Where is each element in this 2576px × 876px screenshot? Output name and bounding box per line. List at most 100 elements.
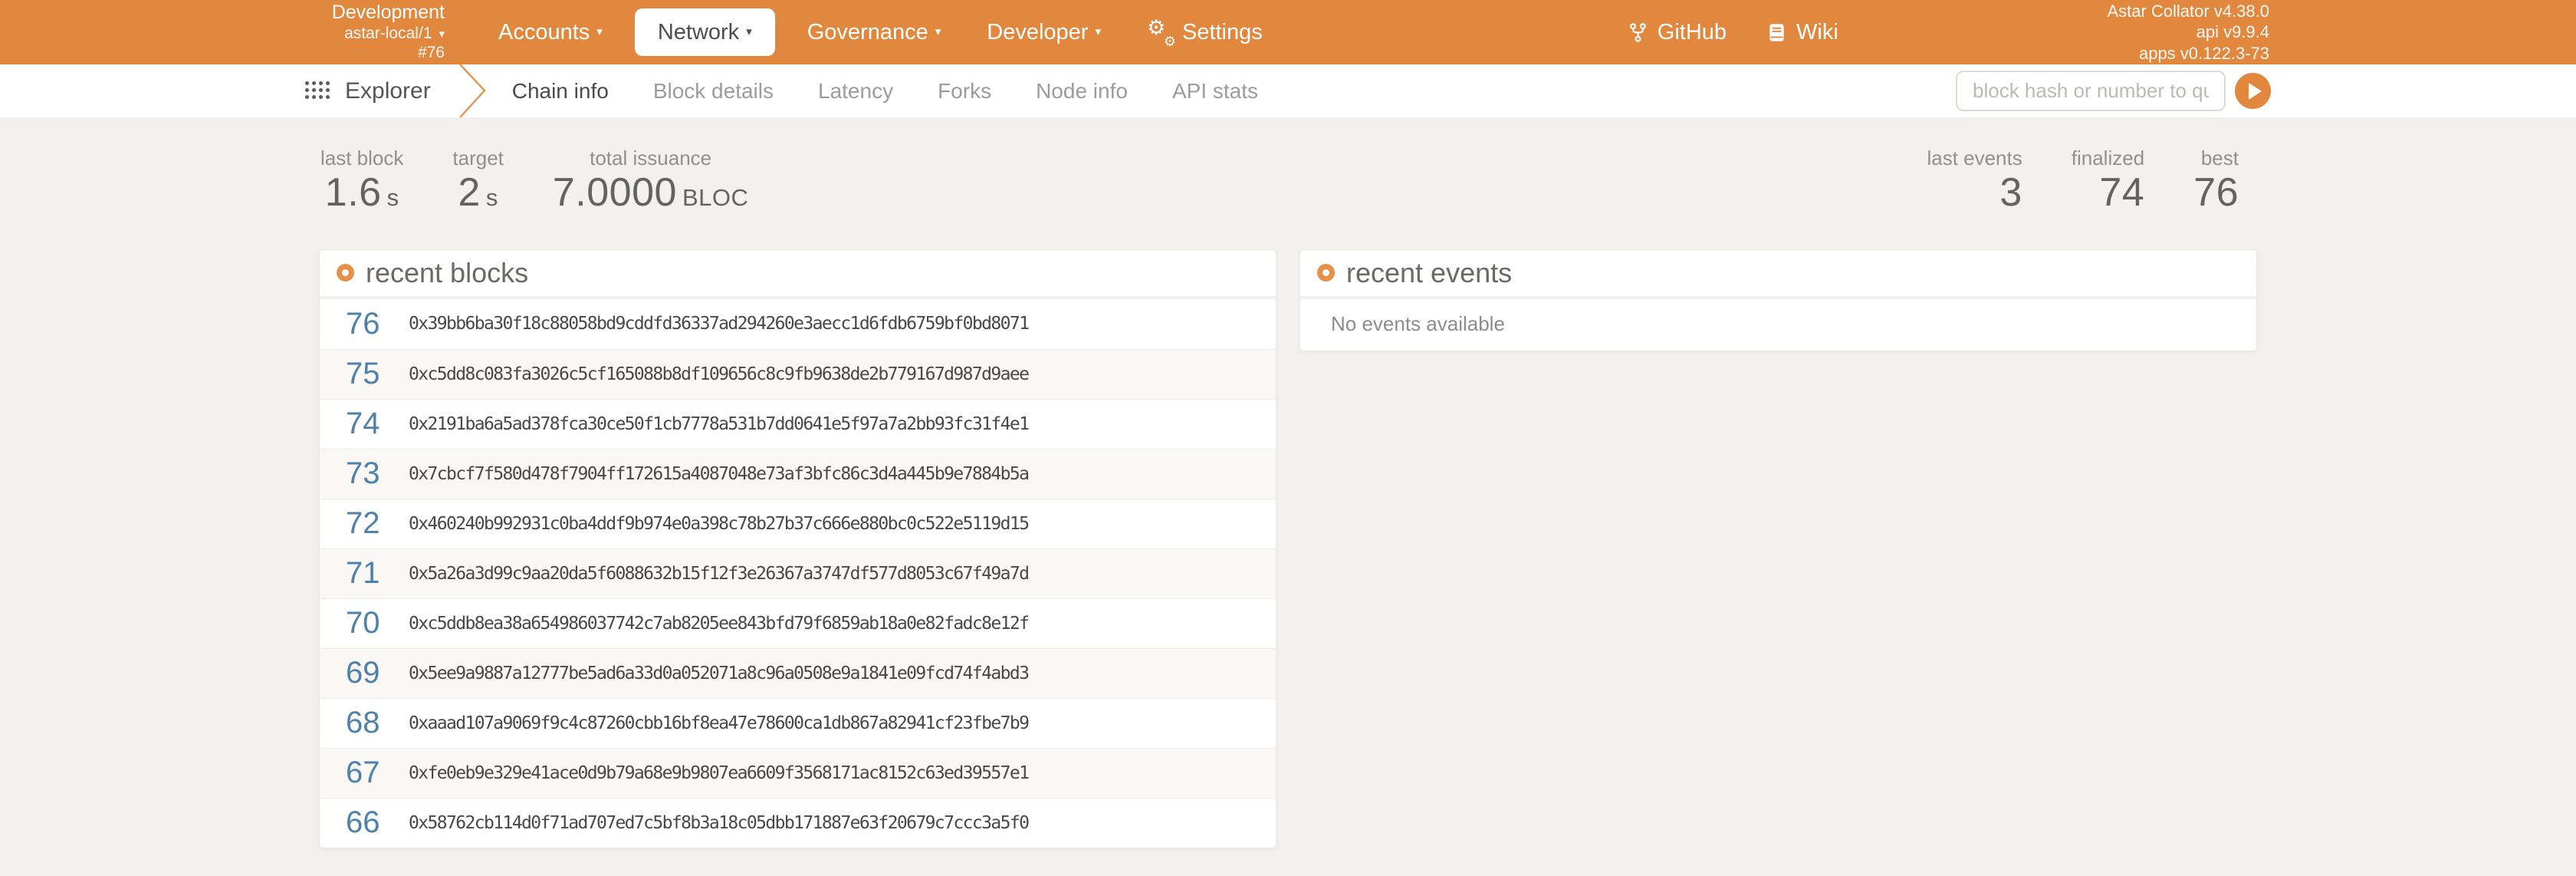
recent-events-title: recent events bbox=[1346, 257, 1512, 289]
recent-blocks-list: 760x39bb6ba30f18c88058bd9cddfd36337ad294… bbox=[320, 299, 1276, 848]
menu-accounts[interactable]: Accounts▾ bbox=[475, 8, 626, 56]
block-row: 680xaaad107a9069f9c4c87260cbb16bf8ea47e7… bbox=[320, 698, 1276, 748]
block-row: 740x2191ba6a5ad378fca30ce50f1cb7778a531b… bbox=[320, 399, 1276, 449]
block-number-link[interactable]: 70 bbox=[346, 606, 409, 641]
block-number-link[interactable]: 72 bbox=[346, 506, 409, 541]
network-node: astar-local/1▾ bbox=[307, 25, 445, 44]
block-hash: 0x2191ba6a5ad378fca30ce50f1cb7778a531b7d… bbox=[409, 414, 1028, 434]
chevron-down-icon: ▾ bbox=[439, 28, 445, 41]
menu-settings[interactable]: ⚙⚙ Settings bbox=[1124, 8, 1286, 56]
block-hash: 0xc5ddb8ea38a654986037742c7ab8205ee843bf… bbox=[409, 614, 1028, 634]
summary-label: total issuance bbox=[553, 147, 748, 170]
summary-unit: s bbox=[387, 184, 399, 211]
block-number-link[interactable]: 74 bbox=[346, 407, 409, 441]
menu-label: Accounts bbox=[498, 20, 590, 45]
block-row: 710x5a26a3d99c9aa20da5f6088632b15f12f3e2… bbox=[320, 548, 1276, 598]
top-bar: Development astar-local/1▾ #76 Accounts▾… bbox=[0, 0, 2576, 64]
play-icon bbox=[2249, 83, 2262, 100]
link-label: GitHub bbox=[1658, 20, 1727, 45]
tab-latency[interactable]: Latency bbox=[818, 79, 893, 104]
github-fork-icon bbox=[1628, 22, 1648, 43]
summary-last-events: last events3 bbox=[1927, 147, 2022, 214]
no-events-message: No events available bbox=[1300, 299, 2256, 351]
summary-label: last block bbox=[320, 147, 403, 170]
top-links: GitHub Wiki bbox=[1608, 20, 1858, 45]
block-number-link[interactable]: 71 bbox=[346, 556, 409, 591]
summary-label: finalized bbox=[2072, 147, 2144, 170]
book-icon bbox=[1766, 22, 1787, 43]
block-row: 750xc5dd8c083fa3026c5cf165088b8df109656c… bbox=[320, 349, 1276, 399]
summary-unit: BLOC bbox=[682, 184, 748, 211]
block-number-link[interactable]: 69 bbox=[346, 656, 409, 690]
menu-developer[interactable]: Developer ▾ bbox=[964, 8, 1124, 56]
chevron-down-icon: ▾ bbox=[746, 25, 752, 38]
block-hash: 0x5ee9a9887a12777be5ad6a33d0a052071a8c96… bbox=[409, 664, 1028, 683]
block-row: 660x58762cb114d0f71ad707ed7c5bf8b3a18c05… bbox=[320, 798, 1276, 848]
block-search bbox=[1956, 71, 2271, 111]
block-hash: 0xfe0eb9e329e41ace0d9b79a68e9b9807ea6609… bbox=[409, 763, 1028, 783]
summary-target: target2s bbox=[452, 147, 504, 214]
block-hash: 0xc5dd8c083fa3026c5cf165088b8df109656c8c… bbox=[409, 364, 1028, 384]
section-divider-chevron bbox=[457, 64, 491, 117]
block-hash: 0x7cbcf7f580d478f7904ff172615a4087048e73… bbox=[409, 464, 1028, 484]
node-version: Astar Collator v4.38.0 bbox=[2107, 1, 2269, 21]
block-hash: 0x5a26a3d99c9aa20da5f6088632b15f12f3e263… bbox=[409, 564, 1028, 584]
summary-right-group: last events3 finalized74 best76 bbox=[1927, 147, 2269, 214]
summary-value: 7.0000BLOC bbox=[553, 172, 748, 214]
block-number-link[interactable]: 76 bbox=[346, 307, 409, 341]
summary-label: best bbox=[2193, 147, 2239, 170]
block-number-link[interactable]: 68 bbox=[346, 706, 409, 740]
recent-events-card: recent events No events available bbox=[1300, 249, 2257, 351]
tab-block-details[interactable]: Block details bbox=[653, 79, 774, 104]
search-input[interactable] bbox=[1956, 71, 2226, 111]
apps-version: apps v0.122.3-73 bbox=[2107, 43, 2269, 64]
link-wiki[interactable]: Wiki bbox=[1746, 20, 1858, 45]
menu-network[interactable]: Network ▾ bbox=[635, 8, 775, 56]
tab-bar: Chain info Block details Latency Forks Node … bbox=[512, 79, 1258, 104]
block-row: 690x5ee9a9887a12777be5ad6a33d0a052071a8c… bbox=[320, 648, 1276, 698]
block-number-link[interactable]: 67 bbox=[346, 756, 409, 790]
tab-forks[interactable]: Forks bbox=[938, 79, 991, 104]
search-submit-button[interactable] bbox=[2235, 73, 2271, 109]
block-number-link[interactable]: 66 bbox=[346, 805, 409, 840]
link-github[interactable]: GitHub bbox=[1608, 20, 1746, 45]
block-hash: 0xaaad107a9069f9c4c87260cbb16bf8ea47e786… bbox=[409, 713, 1028, 733]
section-dot-icon bbox=[1317, 264, 1335, 282]
block-row: 720x460240b992931c0ba4ddf9b974e0a398c78b… bbox=[320, 499, 1276, 548]
recent-events-header: recent events bbox=[1300, 250, 2256, 299]
block-row: 670xfe0eb9e329e41ace0d9b79a68e9b9807ea66… bbox=[320, 748, 1276, 798]
block-hash: 0x58762cb114d0f71ad707ed7c5bf8b3a18c05db… bbox=[409, 813, 1028, 833]
network-selector[interactable]: Development astar-local/1▾ #76 bbox=[307, 2, 445, 62]
apps-grid-icon[interactable] bbox=[305, 81, 331, 100]
summary-unit: s bbox=[486, 184, 498, 211]
summary-last-block: last block1.6s bbox=[320, 147, 403, 214]
main-menu: Accounts▾ Network ▾ Governance▾ Developer ▾ ⚙⚙… bbox=[475, 8, 1286, 56]
explorer-nav-bar: Explorer Chain infoBlock detailsLatencyF… bbox=[0, 64, 2576, 117]
section-dot-icon bbox=[337, 264, 354, 282]
summary-value: 3 bbox=[1927, 172, 2022, 214]
block-number-link[interactable]: 75 bbox=[346, 357, 409, 391]
network-best-block: #76 bbox=[307, 44, 445, 63]
recent-blocks-header: recent blocks bbox=[320, 250, 1276, 299]
block-number-link[interactable]: 73 bbox=[346, 456, 409, 491]
tab-node-info[interactable]: Node info bbox=[1036, 79, 1128, 104]
summary-total-issuance: total issuance7.0000BLOC bbox=[553, 147, 748, 214]
menu-label: Governance bbox=[807, 20, 928, 45]
version-info: Astar Collator v4.38.0 api v9.9.4 apps v… bbox=[2107, 1, 2269, 64]
recent-blocks-title: recent blocks bbox=[366, 257, 528, 289]
summary-finalized: finalized74 bbox=[2072, 147, 2144, 214]
tab-chain-info[interactable]: Chain info bbox=[512, 79, 609, 104]
summary-label: target bbox=[452, 147, 504, 170]
menu-label: Settings bbox=[1182, 20, 1263, 45]
summary-left-group: last block1.6s target2s total issuance7.00… bbox=[320, 147, 748, 214]
block-hash: 0x39bb6ba30f18c88058bd9cddfd36337ad29426… bbox=[409, 314, 1028, 334]
chevron-down-icon: ▾ bbox=[1095, 25, 1101, 38]
api-version: api v9.9.4 bbox=[2107, 21, 2269, 42]
summary-value: 76 bbox=[2193, 172, 2239, 214]
menu-governance[interactable]: Governance▾ bbox=[784, 8, 964, 56]
block-hash: 0x460240b992931c0ba4ddf9b974e0a398c78b27… bbox=[409, 514, 1028, 534]
menu-label: Network bbox=[658, 20, 739, 45]
tab-api-stats[interactable]: API stats bbox=[1172, 79, 1258, 104]
gear-icon: ⚙⚙ bbox=[1147, 19, 1175, 45]
menu-label: Developer bbox=[987, 20, 1088, 45]
